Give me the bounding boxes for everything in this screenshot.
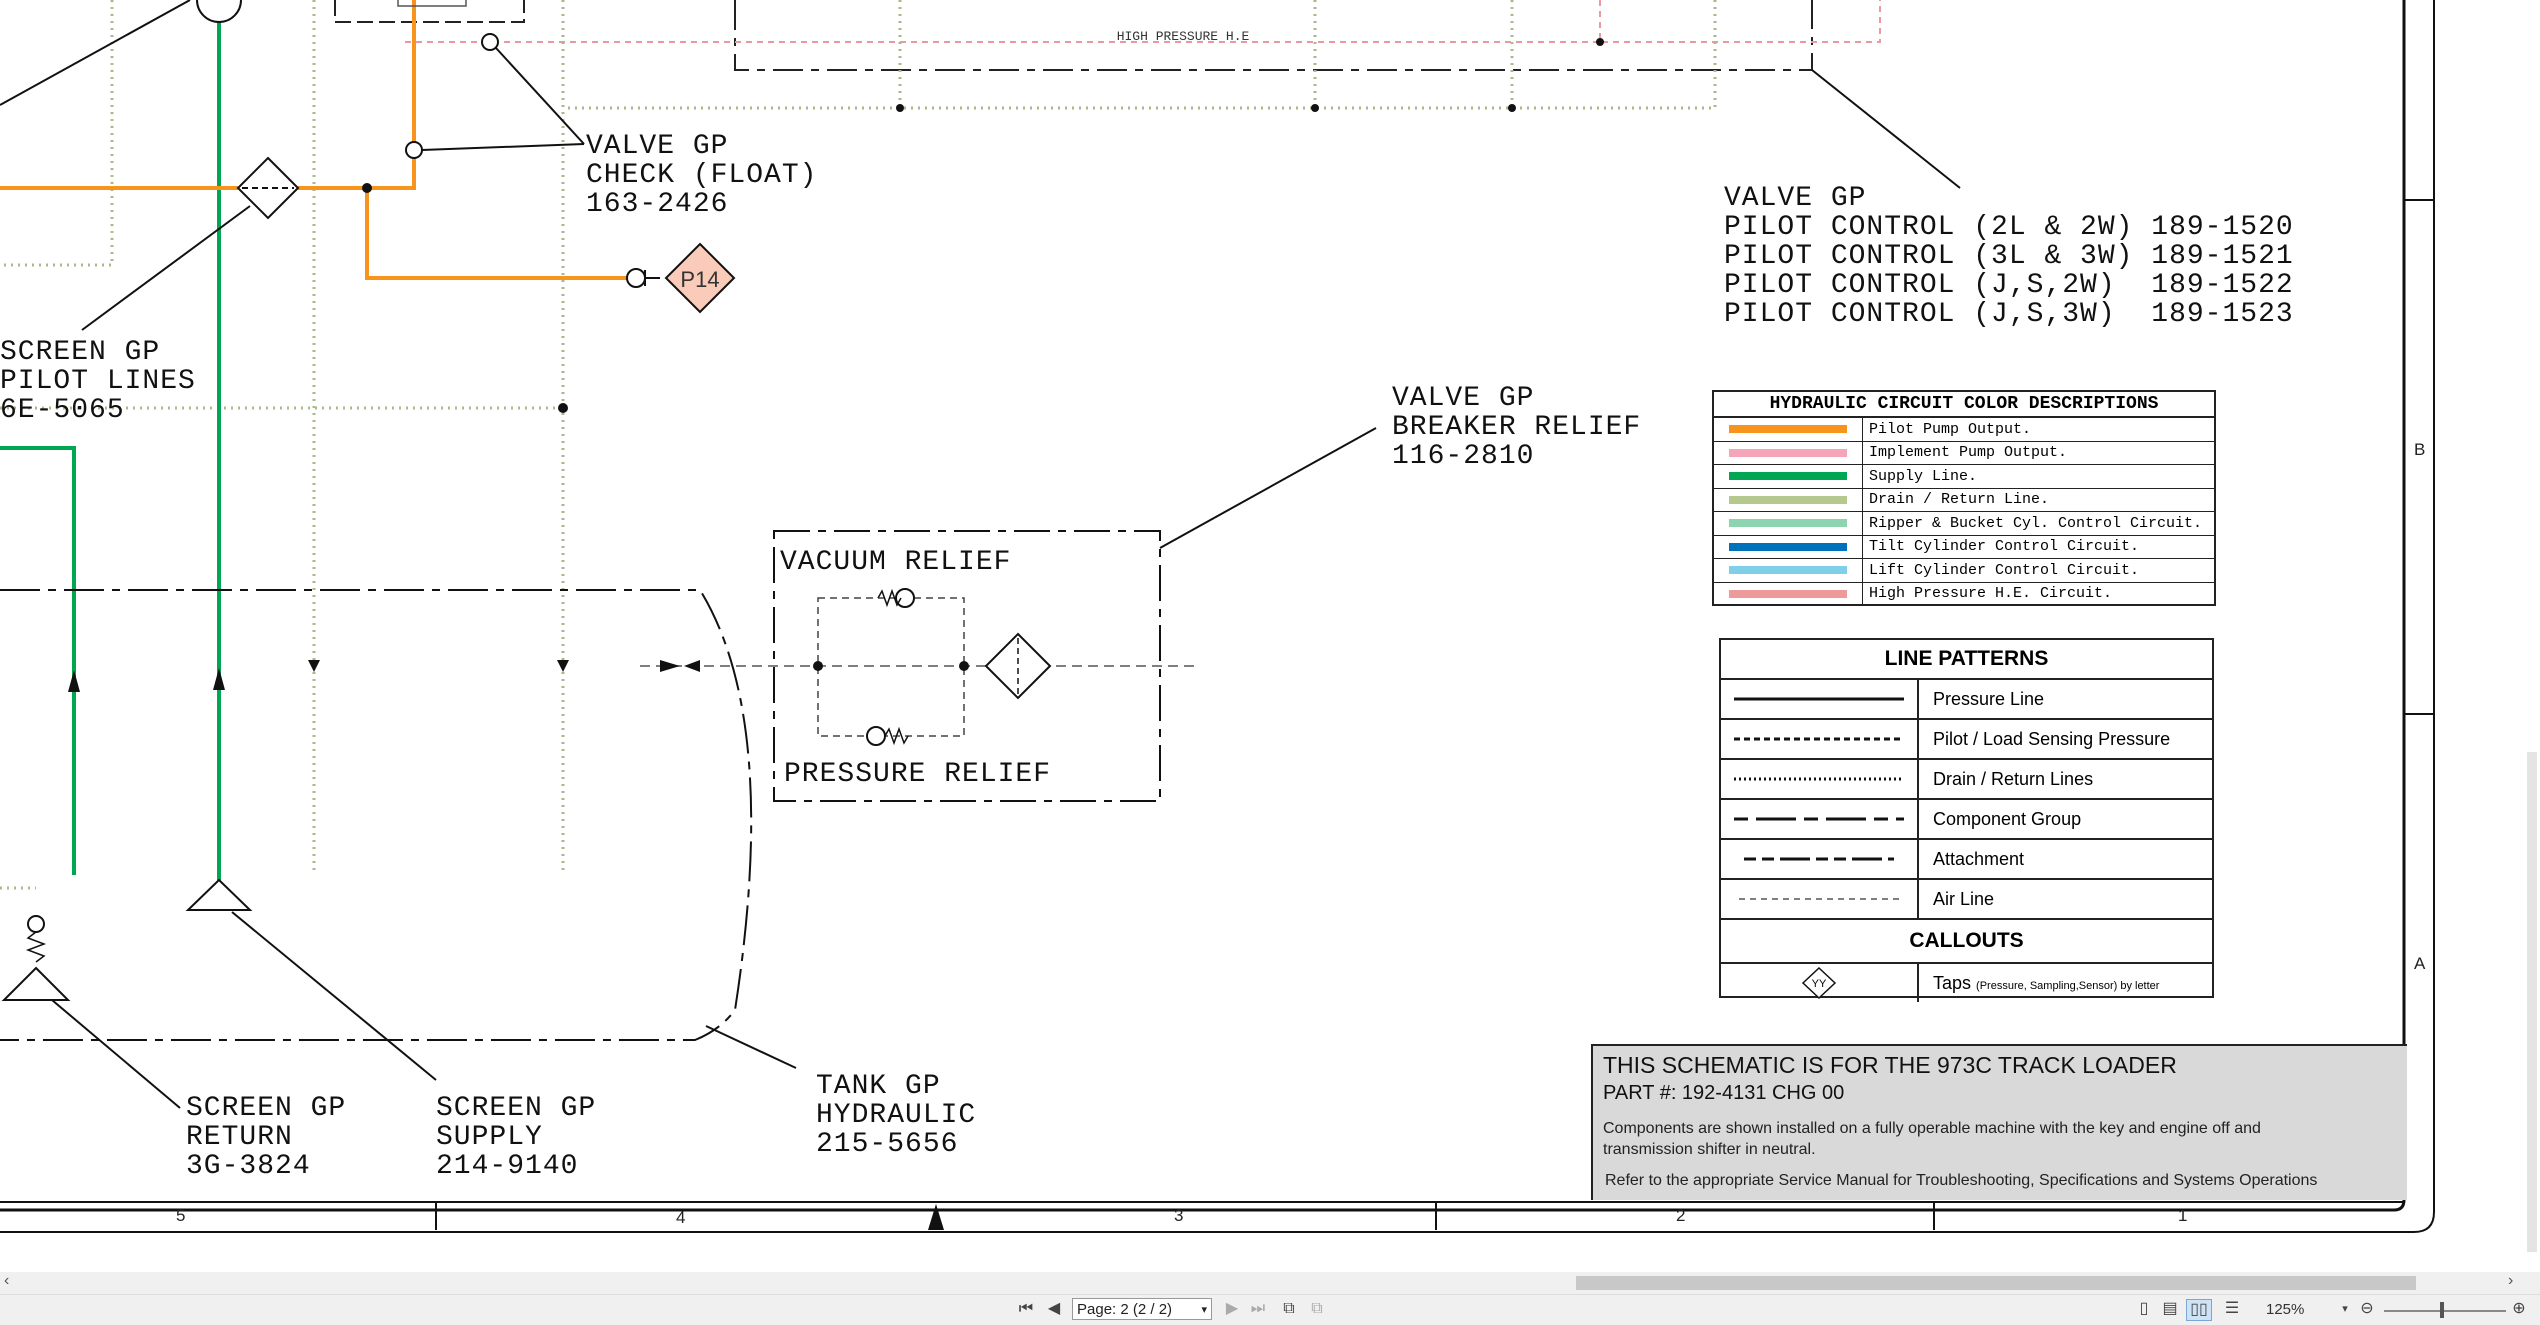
zoom-slider-thumb[interactable]	[2440, 1302, 2444, 1318]
pattern-row: Component Group	[1721, 800, 2212, 840]
label-screen-pilot: SCREEN GP PILOT LINES 6E-5065	[0, 337, 196, 426]
tap-p14-label: P14	[680, 267, 719, 292]
callout-row: YY Taps (Pressure, Sampling,Sensor) by l…	[1721, 964, 2212, 1002]
title-note: Components are shown installed on a full…	[1603, 1120, 2261, 1158]
zone-b: B	[2414, 440, 2426, 459]
pattern-row: Air Line	[1721, 880, 2212, 920]
label-valve-pilot: VALVE GP PILOT CONTROL (2L & 2W) 189-1520…	[1724, 183, 2294, 330]
color-legend-row: Supply Line.	[1714, 465, 2214, 489]
svg-text:YY: YY	[1812, 978, 1827, 990]
zone-5: 5	[176, 1206, 186, 1225]
scroll-right-icon[interactable]: ›	[2508, 1272, 2513, 1290]
two-page-continuous-icon[interactable]: ☰	[2220, 1299, 2244, 1319]
color-legend-row: Ripper & Bucket Cyl. Control Circuit.	[1714, 512, 2214, 536]
last-page-icon[interactable]: ⏭	[1248, 1299, 1268, 1319]
title-part-number: PART #: 192-4131 CHG 00	[1603, 1082, 1845, 1104]
color-legend: HYDRAULIC CIRCUIT COLOR DESCRIPTIONS Pil…	[1712, 390, 2216, 606]
color-legend-label: Pilot Pump Output.	[1869, 420, 2032, 438]
pattern-row: Pressure Line	[1721, 680, 2212, 720]
swatch	[1729, 589, 1847, 598]
color-legend-label: Ripper & Bucket Cyl. Control Circuit.	[1869, 514, 2203, 532]
color-legend-label: Tilt Cylinder Control Circuit.	[1869, 538, 2140, 556]
zone-4: 4	[676, 1208, 686, 1227]
zone-2: 2	[1676, 1206, 1686, 1225]
pattern-label: Pilot / Load Sensing Pressure	[1933, 728, 2171, 749]
chevron-down-icon[interactable]: ▾	[1201, 1299, 1207, 1321]
label-screen-return: SCREEN GP RETURN 3G-3824	[186, 1093, 347, 1182]
color-legend-row: Lift Cylinder Control Circuit.	[1714, 559, 2214, 583]
color-legend-row: Tilt Cylinder Control Circuit.	[1714, 535, 2214, 559]
page-field[interactable]: Page: 2 (2 / 2) ▾	[1072, 1298, 1212, 1320]
title-machine: THIS SCHEMATIC IS FOR THE 973C TRACK LOA…	[1603, 1052, 2177, 1078]
color-legend-row: High Pressure H.E. Circuit.	[1714, 582, 2214, 605]
pattern-row: Pilot / Load Sensing Pressure	[1721, 720, 2212, 760]
callouts-title: CALLOUTS	[1721, 920, 2212, 964]
swatch	[1729, 495, 1847, 504]
color-legend-row: Pilot Pump Output.	[1714, 418, 2214, 442]
vertical-scrollbar[interactable]	[2524, 0, 2540, 1272]
label-pressure-relief: PRESSURE RELIEF	[784, 759, 1052, 790]
swatch	[1729, 472, 1847, 481]
label-tank: TANK GP HYDRAULIC 215-5656	[816, 1071, 977, 1160]
zone-a: A	[2414, 954, 2426, 973]
color-legend-title: HYDRAULIC CIRCUIT COLOR DESCRIPTIONS	[1714, 392, 2214, 418]
title-block: THIS SCHEMATIC IS FOR THE 973C TRACK LOA…	[1591, 1044, 2407, 1200]
schematic-sheet: P14 HIGH PRESSURE H.E VALVE GP CHECK (FLO…	[0, 0, 2540, 1272]
title-reference: Refer to the appropriate Service Manual …	[1605, 1172, 2318, 1189]
label-valve-breaker: VALVE GP BREAKER RELIEF 116-2810	[1392, 383, 1642, 472]
zoom-out-icon[interactable]: ⊖	[2356, 1299, 2378, 1319]
two-page-view-icon[interactable]: ▯▯	[2186, 1299, 2212, 1321]
swatch	[1729, 542, 1847, 551]
fit-width-icon[interactable]: ⧉	[1306, 1299, 1328, 1319]
color-legend-label: Drain / Return Line.	[1869, 491, 2050, 509]
pattern-row: Drain / Return Lines	[1721, 760, 2212, 800]
first-page-icon[interactable]: ⏮	[1016, 1299, 1036, 1319]
pattern-label: Air Line	[1933, 888, 1995, 909]
pattern-label: Drain / Return Lines	[1933, 768, 2094, 789]
color-legend-row: Drain / Return Line.	[1714, 488, 2214, 512]
zone-3: 3	[1174, 1206, 1184, 1225]
scroll-left-icon[interactable]: ‹	[4, 1272, 9, 1290]
tap-callout-icon: YY	[1801, 966, 1837, 1000]
high-pressure-label: HIGH PRESSURE H.E	[1117, 29, 1250, 44]
swatch	[1729, 448, 1847, 457]
color-legend-label: Implement Pump Output.	[1869, 444, 2068, 462]
label-screen-supply: SCREEN GP SUPPLY 214-9140	[436, 1093, 597, 1182]
swatch	[1729, 519, 1847, 528]
swatch	[1729, 425, 1847, 434]
zoom-dropdown-icon[interactable]: ▾	[2338, 1299, 2352, 1319]
continuous-view-icon[interactable]: ▤	[2160, 1299, 2180, 1319]
line-patterns-title: LINE PATTERNS	[1721, 640, 2212, 680]
pattern-label: Component Group	[1933, 808, 2082, 829]
fit-page-icon[interactable]: ⧉	[1278, 1299, 1300, 1319]
color-legend-label: Lift Cylinder Control Circuit.	[1869, 561, 2140, 579]
zone-1: 1	[2178, 1206, 2188, 1225]
prev-page-icon[interactable]: ◀	[1044, 1299, 1064, 1319]
zoom-slider[interactable]	[2384, 1310, 2506, 1312]
label-vacuum-relief: VACUUM RELIEF	[780, 547, 1012, 578]
horizontal-scroll-thumb[interactable]	[1576, 1276, 2416, 1290]
viewer-toolbar: ⏮ ◀ Page: 2 (2 / 2) ▾ ▶ ⏭ ⧉ ⧉ ▯ ▤ ▯▯ ☰ 12…	[0, 1294, 2540, 1325]
color-legend-label: Supply Line.	[1869, 467, 1978, 485]
color-legend-row: Implement Pump Output.	[1714, 441, 2214, 465]
pattern-label: Pressure Line	[1933, 688, 2045, 709]
next-page-icon[interactable]: ▶	[1222, 1299, 1242, 1319]
swatch	[1729, 566, 1847, 575]
single-page-view-icon[interactable]: ▯	[2134, 1299, 2154, 1319]
zoom-level[interactable]: 125%	[2266, 1301, 2304, 1318]
vertical-scroll-thumb[interactable]	[2527, 752, 2537, 1252]
label-valve-check: VALVE GP CHECK (FLOAT) 163-2426	[586, 131, 818, 220]
horizontal-scrollbar[interactable]: ‹ ›	[0, 1272, 2540, 1294]
line-patterns-legend: LINE PATTERNS Pressure Line Pilot / Load…	[1719, 638, 2214, 1002]
pattern-row: Attachment	[1721, 840, 2212, 880]
pattern-label: Attachment	[1933, 848, 2025, 869]
zoom-in-icon[interactable]: ⊕	[2508, 1299, 2530, 1319]
callout-label: Taps (Pressure, Sampling,Sensor) by lett…	[1933, 972, 2160, 993]
color-legend-label: High Pressure H.E. Circuit.	[1869, 585, 2113, 603]
